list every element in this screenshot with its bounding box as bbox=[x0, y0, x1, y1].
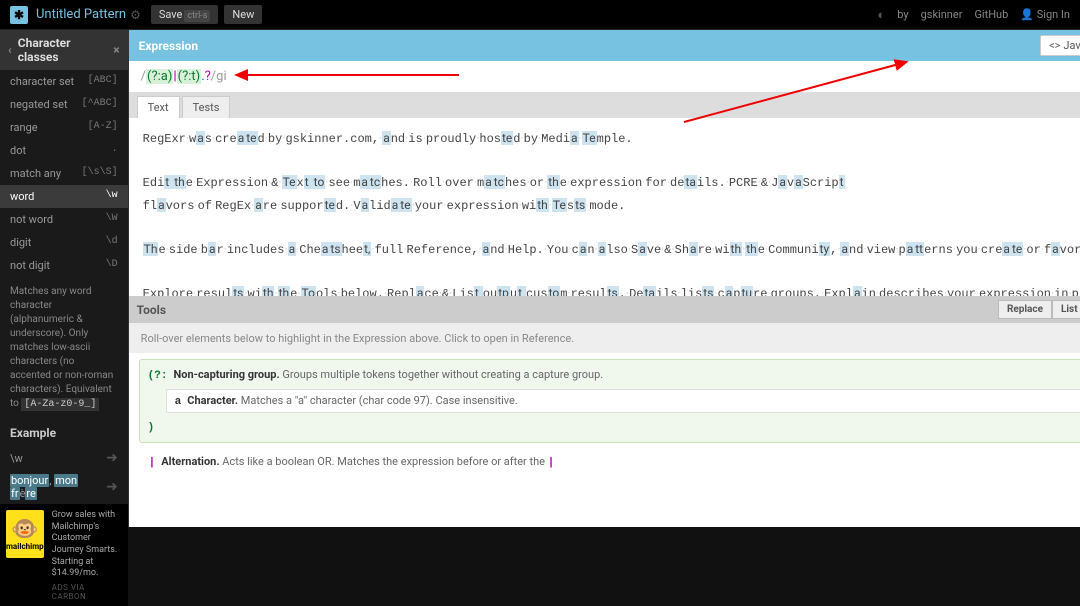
by-label: by bbox=[897, 8, 908, 21]
sidebar-item-digit[interactable]: digit\d bbox=[0, 231, 128, 254]
tool-list[interactable]: List bbox=[1052, 300, 1080, 319]
ad-text: Grow sales with Mailchimp's Customer Jou… bbox=[52, 510, 122, 580]
tab-tests[interactable]: Tests bbox=[182, 96, 231, 118]
sidebar: ‹ Character classes × character set[ABC]… bbox=[0, 30, 129, 527]
text-area[interactable]: RegExr·was·created·by·gskinner.com,·and·… bbox=[129, 118, 1080, 296]
tool-replace[interactable]: Replace bbox=[998, 300, 1052, 319]
expression-header: Expression <> JavaScript ▾ ⚑ Flags ▾ bbox=[129, 30, 1080, 61]
expression-input[interactable]: /(?:a)|(?:t).?/gi bbox=[129, 61, 1080, 93]
sidebar-item-word[interactable]: word\w bbox=[0, 185, 128, 208]
pattern-title[interactable]: Untitled Pattern bbox=[36, 7, 126, 22]
save-button[interactable]: Savectrl-s bbox=[151, 5, 219, 24]
gear-icon[interactable]: ⚙ bbox=[130, 8, 141, 22]
tab-text[interactable]: Text bbox=[137, 96, 180, 118]
sidebar-item-range[interactable]: range[A-Z] bbox=[0, 116, 128, 139]
load-text-icon[interactable]: ➜ bbox=[106, 479, 118, 495]
explain-alternation[interactable]: |Alternation. Acts like a boolean OR. Ma… bbox=[139, 449, 1080, 473]
example-heading: Example bbox=[0, 420, 128, 446]
content: Expression <> JavaScript ▾ ⚑ Flags ▾ /(?… bbox=[129, 30, 1080, 527]
new-button[interactable]: New bbox=[224, 5, 262, 24]
language-dropdown[interactable]: <> JavaScript ▾ bbox=[1040, 35, 1080, 56]
sidebar-item-not-word[interactable]: not word\W bbox=[0, 208, 128, 231]
text-tabs: TextTests bbox=[129, 93, 1080, 118]
ad-image: 🐵mailchimp bbox=[6, 510, 44, 558]
ad-block[interactable]: 🐵mailchimp Grow sales with Mailchimp's C… bbox=[0, 504, 128, 606]
close-icon[interactable]: × bbox=[113, 43, 119, 57]
explain-group-1[interactable]: (?:Non-capturing group. Groups multiple … bbox=[139, 359, 1080, 443]
logo-icon: ✱ bbox=[10, 6, 28, 24]
theme-toggle-icon[interactable]: ◐ bbox=[877, 7, 885, 23]
example-regex: \w ➜ bbox=[0, 446, 128, 470]
sidebar-item-character-set[interactable]: character set[ABC] bbox=[0, 70, 128, 93]
sidebar-item-match-any[interactable]: match any[\s\S] bbox=[0, 162, 128, 185]
example-text: bonjour, mon frère ➜ bbox=[0, 470, 128, 504]
explain-panel: (?:Non-capturing group. Groups multiple … bbox=[129, 353, 1080, 473]
github-link[interactable]: GitHub bbox=[974, 8, 1008, 21]
sidebar-header: ‹ Character classes × bbox=[0, 30, 128, 70]
sidebar-item-dot[interactable]: dot. bbox=[0, 139, 128, 162]
author-link[interactable]: gskinner bbox=[921, 8, 963, 21]
tools-header: Tools Replace List Details Explain × bbox=[129, 296, 1080, 323]
load-example-icon[interactable]: ➜ bbox=[106, 450, 118, 466]
tools-hint: Roll-over elements below to highlight in… bbox=[129, 323, 1080, 353]
topbar: ✱ Untitled Pattern ⚙ Savectrl-s New ◐ by… bbox=[0, 0, 1080, 30]
back-icon[interactable]: ‹ bbox=[8, 43, 12, 57]
sidebar-item-not-digit[interactable]: not digit\D bbox=[0, 254, 128, 277]
ad-via: ADS VIA CARBON bbox=[52, 583, 122, 601]
signin-link[interactable]: 👤 Sign In bbox=[1020, 8, 1070, 21]
sidebar-item-negated-set[interactable]: negated set[^ABC] bbox=[0, 93, 128, 116]
sidebar-description: Matches any word character (alphanumeric… bbox=[0, 277, 128, 420]
sidebar-list: character set[ABC]negated set[^ABC]range… bbox=[0, 70, 128, 277]
